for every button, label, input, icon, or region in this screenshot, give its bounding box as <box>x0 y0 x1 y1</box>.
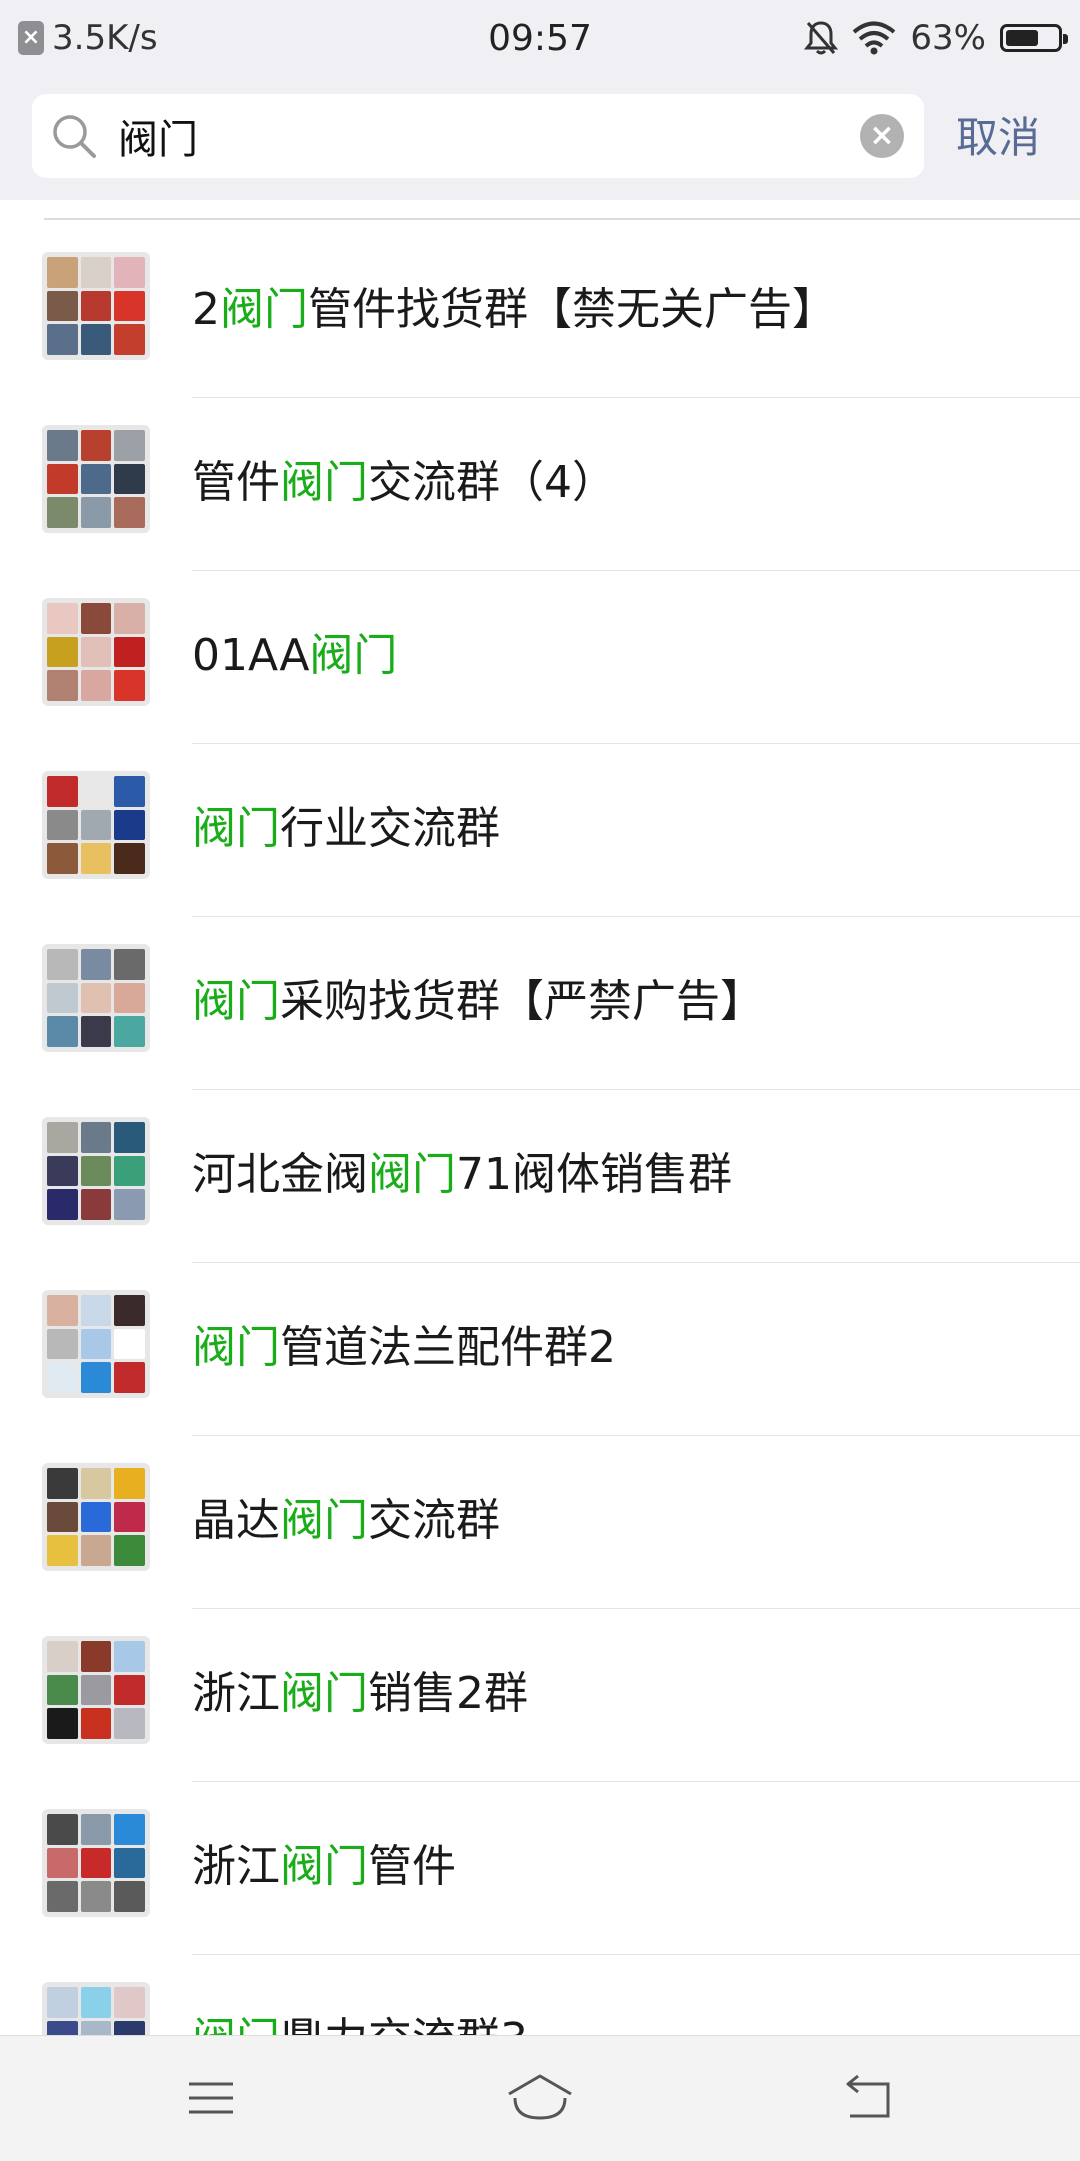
group-avatar <box>42 944 150 1052</box>
result-title: 管件阀门交流群（4） <box>192 398 616 571</box>
battery-percent: 63% <box>910 18 986 58</box>
nav-bar <box>0 2035 1080 2161</box>
title-text: 河北金阀 <box>192 1149 368 1200</box>
title-text: 管件找货群【禁无关广告】 <box>308 284 836 335</box>
x-box-icon: × <box>18 21 44 55</box>
highlighted-keyword: 阀门 <box>280 1841 368 1892</box>
title-text: 浙江 <box>192 1841 280 1892</box>
result-item[interactable]: 浙江阀门销售2群 <box>0 1609 1080 1782</box>
group-avatar <box>42 1290 150 1398</box>
search-icon <box>53 115 96 158</box>
result-item[interactable]: 2阀门管件找货群【禁无关广告】 <box>0 225 1080 398</box>
title-text: 管件 <box>368 1841 456 1892</box>
highlighted-keyword: 阀门 <box>192 1322 280 1373</box>
group-avatar <box>42 1463 150 1571</box>
title-text: 浙江 <box>192 1668 280 1719</box>
highlighted-keyword: 阀门 <box>192 803 280 854</box>
group-avatar <box>42 425 150 533</box>
result-title: 阀门管道法兰配件群2 <box>192 1263 616 1436</box>
group-avatar <box>42 1809 150 1917</box>
search-box[interactable]: × <box>32 94 924 178</box>
result-item[interactable]: 阀门采购找货群【严禁广告】 <box>0 917 1080 1090</box>
clear-icon[interactable]: × <box>860 114 904 158</box>
bell-off-icon <box>804 21 839 55</box>
cancel-button[interactable]: 取消 <box>956 104 1040 165</box>
title-text: 采购找货群【严禁广告】 <box>280 976 764 1027</box>
battery-fill <box>1006 30 1038 46</box>
result-item[interactable]: 管件阀门交流群（4） <box>0 398 1080 571</box>
result-item[interactable]: 浙江阀门管件 <box>0 1782 1080 1955</box>
group-avatar <box>42 771 150 879</box>
title-text: 销售2群 <box>368 1668 528 1719</box>
wifi-icon <box>853 21 896 55</box>
divider <box>44 218 1080 220</box>
status-time: 09:57 <box>488 17 592 59</box>
net-speed: 3.5K/s <box>52 18 158 58</box>
menu-icon[interactable] <box>181 2068 241 2128</box>
result-title: 阀门采购找货群【严禁广告】 <box>192 917 764 1090</box>
result-title: 河北金阀阀门71阀体销售群 <box>192 1090 732 1263</box>
result-item[interactable]: 河北金阀阀门71阀体销售群 <box>0 1090 1080 1263</box>
result-item[interactable]: 晶达阀门交流群 <box>0 1436 1080 1609</box>
result-title: 浙江阀门销售2群 <box>192 1609 528 1782</box>
results-list: 2阀门管件找货群【禁无关广告】 管件阀门交流群（4） 01AA阀门 阀门行业交流群 阀门… <box>0 225 1080 2128</box>
result-item[interactable]: 阀门管道法兰配件群2 <box>0 1263 1080 1436</box>
result-item[interactable]: 01AA阀门 <box>0 571 1080 744</box>
status-bar: × 3.5K/s 09:57 63% <box>0 0 1080 76</box>
status-left: × 3.5K/s <box>18 18 318 58</box>
group-avatar <box>42 1117 150 1225</box>
back-icon[interactable] <box>838 2068 898 2128</box>
result-title: 2阀门管件找货群【禁无关广告】 <box>192 225 836 398</box>
result-title: 01AA阀门 <box>192 571 397 744</box>
result-title: 晶达阀门交流群 <box>192 1436 500 1609</box>
group-avatar <box>42 598 150 706</box>
highlighted-keyword: 阀门 <box>280 457 368 508</box>
highlighted-keyword: 阀门 <box>220 284 308 335</box>
home-icon[interactable] <box>505 2068 575 2128</box>
highlighted-keyword: 阀门 <box>280 1495 368 1546</box>
highlighted-keyword: 阀门 <box>368 1149 456 1200</box>
result-title: 浙江阀门管件 <box>192 1782 456 1955</box>
title-text: 2 <box>192 284 220 335</box>
battery-icon <box>1000 24 1068 52</box>
highlighted-keyword: 阀门 <box>192 976 280 1027</box>
result-item[interactable]: 阀门行业交流群 <box>0 744 1080 917</box>
highlighted-keyword: 阀门 <box>280 1668 368 1719</box>
title-text: 行业交流群 <box>280 803 500 854</box>
highlighted-keyword: 阀门 <box>309 630 398 681</box>
title-text: 交流群（4） <box>368 457 616 508</box>
title-text: 01AA <box>192 630 310 681</box>
title-text: 管道法兰配件群2 <box>280 1322 616 1373</box>
title-text: 交流群 <box>368 1495 500 1546</box>
title-text: 晶达 <box>192 1495 280 1546</box>
group-avatar <box>42 1636 150 1744</box>
title-text: 管件 <box>192 457 280 508</box>
result-title: 阀门行业交流群 <box>192 744 500 917</box>
search-input[interactable] <box>118 104 858 168</box>
group-avatar <box>42 252 150 360</box>
search-header: × 取消 <box>0 76 1080 200</box>
status-right: 63% <box>762 18 1068 58</box>
title-text: 71阀体销售群 <box>456 1149 732 1200</box>
